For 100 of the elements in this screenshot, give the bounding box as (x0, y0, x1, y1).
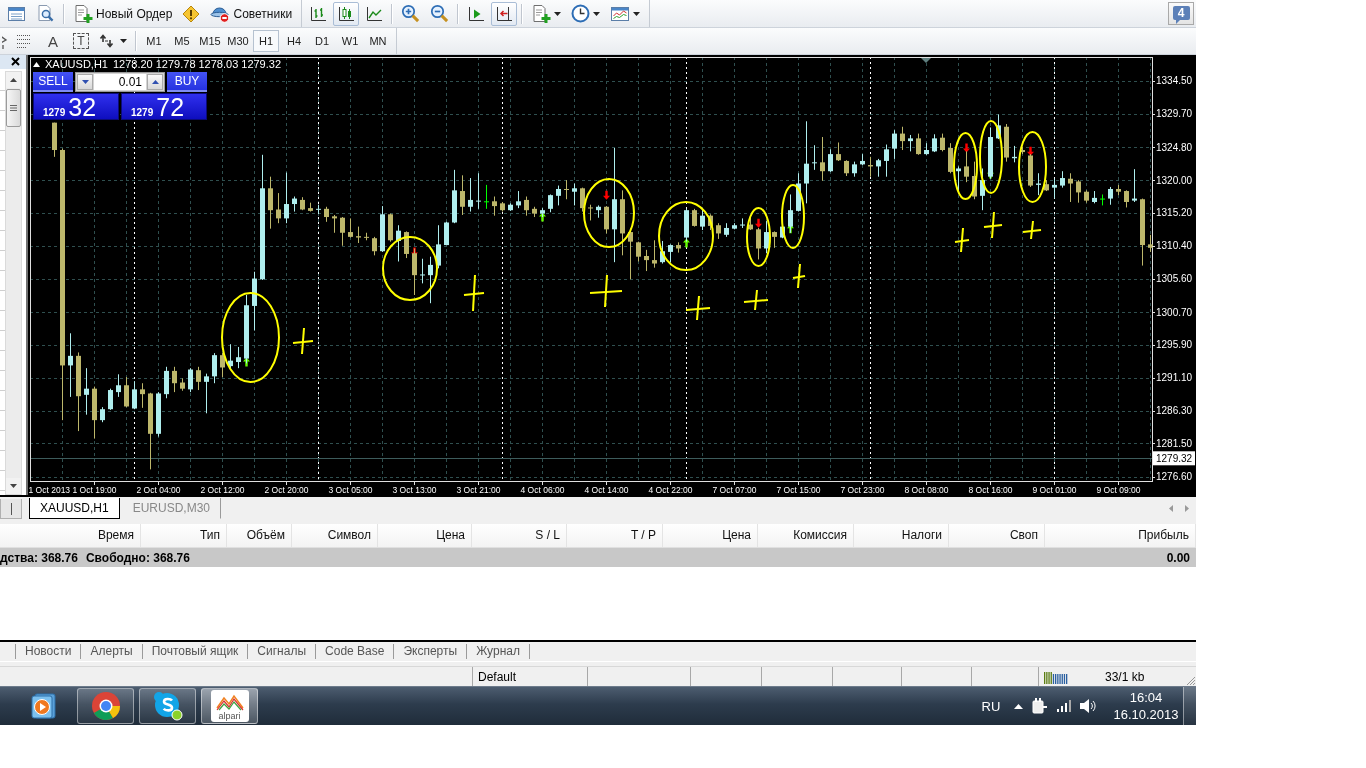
candlestick (516, 191, 521, 209)
column-header[interactable]: Цена (378, 524, 472, 547)
time-axis-label: 2 Oct 04:00 (136, 485, 181, 495)
sell-button[interactable]: SELL (33, 72, 73, 92)
show-desktop-button[interactable] (1183, 687, 1196, 725)
candlestick (1116, 184, 1121, 196)
buy-button[interactable]: BUY (167, 72, 207, 92)
terminal-tab[interactable]: Эксперты (393, 644, 467, 659)
mountain-lines-logo-icon (214, 693, 245, 711)
candlestick (388, 213, 393, 242)
new-order-button[interactable]: Новый Ордер (69, 1, 177, 26)
candlestick (436, 225, 441, 269)
column-header[interactable]: Время (0, 524, 141, 547)
timeframe-button[interactable]: M5 (169, 30, 195, 52)
scroll-up-button[interactable] (6, 72, 21, 88)
candlestick (812, 145, 817, 170)
candlestick (828, 149, 833, 172)
candlestick-icon (337, 4, 356, 23)
ask-price-button[interactable]: 1279 72 (121, 93, 207, 120)
terminal-tab[interactable]: Почтовый ящик (141, 644, 248, 659)
column-header[interactable]: Цена (663, 524, 758, 547)
timeframe-button[interactable]: H1 (253, 30, 279, 52)
candlestick (980, 168, 985, 211)
clock-icon (571, 4, 591, 23)
taskbar-app-button[interactable] (139, 688, 196, 724)
profile-name: Default (478, 669, 517, 684)
terminal-tab[interactable]: Журнал (466, 644, 529, 659)
lot-size-field[interactable]: 0.01 (94, 74, 146, 90)
timeframe-button[interactable]: MN (365, 30, 391, 52)
text-tool-button[interactable]: T (73, 33, 89, 49)
candlestick (324, 206, 329, 222)
bid-price-button[interactable]: 1279 32 (33, 93, 119, 120)
scroll-down-button[interactable] (6, 478, 21, 494)
scrollbar-thumb[interactable] (6, 89, 21, 127)
candlestick (772, 231, 777, 248)
column-header[interactable]: Своп (949, 524, 1045, 547)
column-header[interactable]: Объём (227, 524, 292, 547)
candlestick (404, 231, 409, 259)
candlestick (964, 151, 969, 183)
candlestick (644, 249, 649, 272)
terminal-tab[interactable]: Сигналы (247, 644, 316, 659)
column-header[interactable]: Прибыль (1045, 524, 1196, 547)
candlestick (124, 377, 129, 408)
hand-drawn-ellipse (1018, 131, 1047, 203)
candlestick (220, 353, 225, 378)
increase-button[interactable] (147, 74, 163, 90)
candlestick-button[interactable] (333, 1, 360, 26)
taskbar-app-button[interactable] (77, 688, 134, 724)
price-axis-label: 1334.50 (1156, 75, 1193, 87)
timeframe-button[interactable]: M1 (141, 30, 167, 52)
terminal-tab[interactable]: Code Base (315, 644, 394, 659)
close-button[interactable] (11, 57, 21, 67)
timeframe-button[interactable]: H4 (281, 30, 307, 52)
quote-value: 1279.78 (155, 58, 196, 71)
chart-shift-button[interactable] (491, 1, 518, 26)
candlestick (956, 166, 961, 192)
chart-symbol: XAUUSD,H1 (45, 58, 108, 71)
time-axis-label: 2 Oct 20:00 (264, 485, 309, 495)
column-header[interactable]: Тип (141, 524, 227, 547)
candlestick (1020, 146, 1025, 155)
document-plus-icon (73, 3, 93, 24)
candlestick (996, 114, 1001, 140)
clock-button[interactable]: 16:04 16.10.2013 (1112, 688, 1180, 724)
messages-button[interactable]: 4 (1168, 2, 1194, 25)
candlestick (668, 244, 673, 263)
hand-drawn-ellipse (583, 178, 635, 248)
column-header[interactable]: T / P (567, 524, 663, 547)
taskbar-app-button[interactable]: alpari (201, 688, 258, 724)
column-header[interactable]: Комиссия (758, 524, 854, 547)
timeframe-button[interactable]: M15 (197, 30, 223, 52)
candlestick (1036, 173, 1041, 196)
timeframe-button[interactable]: W1 (337, 30, 363, 52)
timeframe-button[interactable]: M30 (225, 30, 251, 52)
grip-icon (10, 105, 17, 111)
round-logo-icon (90, 691, 121, 721)
chart-tab[interactable]: XAUUSD,H1 (29, 498, 120, 519)
column-header[interactable]: Символ (292, 524, 378, 547)
terminal-tab[interactable]: Алерты (80, 644, 142, 659)
candlestick (820, 137, 825, 181)
column-header[interactable]: Налоги (854, 524, 949, 547)
tab-stub[interactable] (0, 499, 22, 519)
candlestick (372, 236, 377, 256)
candlestick (132, 381, 137, 410)
candlestick (852, 161, 857, 177)
price-axis-label: 1276.60 (1156, 471, 1193, 483)
text-tool-button[interactable]: A (43, 31, 63, 51)
decrease-button[interactable] (77, 74, 93, 90)
time-axis-label: 7 Oct 15:00 (776, 485, 821, 495)
language-button[interactable]: RU (974, 691, 1008, 721)
column-header[interactable]: S / L (472, 524, 567, 547)
candlestick (1028, 154, 1033, 187)
timeframe-button[interactable]: D1 (309, 30, 335, 52)
price-axis-label: 1324.80 (1156, 141, 1193, 153)
candlestick (444, 221, 449, 246)
candlestick (564, 180, 569, 200)
time-axis-label: 2 Oct 12:00 (200, 485, 245, 495)
candlestick (716, 223, 721, 239)
experts-button[interactable]: Советники (206, 1, 297, 26)
terminal-tab[interactable]: Новости (15, 644, 81, 659)
candlestick (780, 225, 785, 239)
